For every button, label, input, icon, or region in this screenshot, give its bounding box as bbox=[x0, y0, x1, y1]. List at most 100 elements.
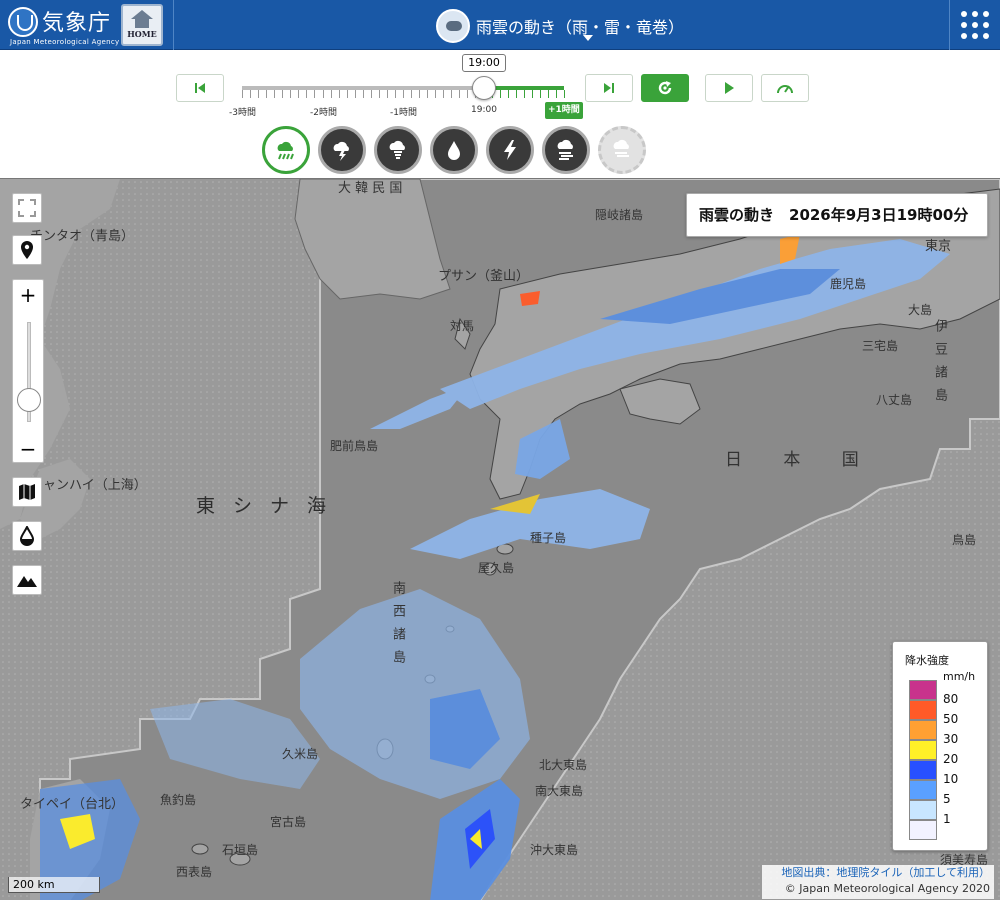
header-divider bbox=[173, 0, 174, 50]
time-slider-thumb[interactable] bbox=[471, 76, 496, 100]
rain-cloud-product-icon bbox=[436, 9, 470, 43]
chevron-down-icon[interactable] bbox=[583, 35, 593, 41]
slider-tick bbox=[354, 90, 356, 98]
label-busan: プサン（釜山） bbox=[438, 269, 530, 284]
map-layer-button[interactable] bbox=[12, 477, 42, 507]
lightning-icon bbox=[504, 140, 516, 160]
slider-tick bbox=[258, 90, 260, 98]
zoom-out-button[interactable]: − bbox=[13, 434, 43, 464]
skip-to-start-button[interactable] bbox=[176, 74, 224, 102]
legend-swatch bbox=[909, 720, 937, 740]
play-button[interactable] bbox=[705, 74, 753, 102]
map-pin-icon bbox=[21, 241, 33, 259]
slider-tick bbox=[266, 90, 268, 98]
slider-tick bbox=[322, 90, 324, 98]
house-icon bbox=[131, 10, 153, 28]
home-button[interactable]: HOME bbox=[121, 4, 163, 46]
slider-tick bbox=[539, 90, 541, 98]
slider-tick bbox=[394, 90, 396, 98]
fullscreen-button[interactable] bbox=[12, 193, 42, 223]
label-iriomote: 西表島 bbox=[176, 865, 213, 879]
home-label: HOME bbox=[127, 29, 157, 39]
mode-lightning-button[interactable] bbox=[486, 126, 534, 174]
label-oki: 隠岐諸島 bbox=[595, 208, 644, 222]
label-miyako: 宮古島 bbox=[270, 815, 307, 829]
attribution-source-link[interactable]: 地図出典：地理院タイル（加工して利用） bbox=[766, 865, 990, 881]
slider-tick bbox=[467, 90, 469, 98]
slider-tick bbox=[274, 90, 276, 98]
slider-tick bbox=[250, 90, 252, 98]
label-uotsuri: 魚釣島 bbox=[160, 793, 197, 807]
zoom-in-button[interactable]: + bbox=[13, 280, 43, 310]
slider-tick bbox=[411, 90, 413, 98]
legend-value: 10 bbox=[943, 772, 959, 786]
tick-label-minus1h: -1時間 bbox=[390, 108, 417, 118]
label-japan: 日 本 国 bbox=[725, 450, 877, 470]
legend-swatch bbox=[909, 780, 937, 800]
current-time-bubble: 19:00 bbox=[462, 54, 506, 72]
mode-thunder-button[interactable] bbox=[318, 126, 366, 174]
page-title: 雨雲の動き（雨・雷・竜巻） bbox=[476, 18, 685, 37]
terrain-button[interactable] bbox=[12, 565, 42, 595]
opacity-drop-icon bbox=[19, 524, 35, 546]
my-location-button[interactable] bbox=[12, 235, 42, 265]
opacity-button[interactable] bbox=[12, 521, 42, 551]
slider-tick bbox=[515, 90, 517, 98]
map-icon bbox=[19, 484, 35, 500]
jma-emblem-icon bbox=[8, 7, 38, 37]
mode-wind-rain-button[interactable] bbox=[542, 126, 590, 174]
legend-swatch bbox=[909, 680, 937, 700]
slider-tick bbox=[386, 90, 388, 98]
time-slider-ticks bbox=[242, 90, 565, 100]
slider-tick bbox=[403, 90, 404, 98]
play-icon bbox=[725, 82, 734, 94]
legend-value: 50 bbox=[943, 712, 959, 726]
mode-rain-cloud-button[interactable] bbox=[262, 126, 310, 174]
legend-title: 降水強度 bbox=[905, 654, 949, 667]
slider-tick bbox=[306, 90, 308, 98]
skip-end-icon bbox=[604, 83, 614, 93]
slider-tick bbox=[362, 90, 364, 98]
slider-tick bbox=[370, 90, 372, 98]
slider-tick bbox=[427, 90, 429, 98]
tick-label-now: 19:00 bbox=[471, 105, 497, 115]
slider-tick bbox=[346, 90, 348, 98]
slider-tick bbox=[507, 90, 509, 98]
precipitation-legend: 降水強度 mm/h 80 50 30 20 10 5 1 bbox=[892, 641, 988, 851]
jma-logo[interactable]: 気象庁 Japan Meteorological Agency bbox=[8, 5, 119, 46]
speed-button[interactable] bbox=[761, 74, 809, 102]
mode-rain-amount-button[interactable] bbox=[430, 126, 478, 174]
slider-tick bbox=[555, 90, 557, 98]
mode-tornado-button[interactable] bbox=[374, 126, 422, 174]
legend-swatch bbox=[909, 820, 937, 840]
slider-tick bbox=[378, 90, 380, 98]
slider-tick bbox=[419, 90, 421, 98]
tornado-icon bbox=[389, 140, 405, 159]
wind-rain-icon bbox=[557, 139, 573, 160]
speedometer-icon bbox=[777, 85, 793, 94]
zoom-control: + − bbox=[12, 279, 44, 463]
label-minamidaito: 南大東島 bbox=[535, 784, 584, 798]
label-tanegashima: 種子島 bbox=[530, 531, 567, 545]
slider-tick bbox=[282, 90, 284, 98]
radar-map[interactable]: 大 韓 民 国 チンタオ（青島） プサン（釜山） シャンハイ（上海） 東シナ海 … bbox=[0, 178, 1000, 900]
label-shanghai: シャンハイ（上海） bbox=[30, 478, 147, 493]
slider-tick bbox=[338, 90, 340, 98]
mountain-icon bbox=[17, 576, 37, 587]
menu-grid-button[interactable] bbox=[950, 0, 1000, 50]
slider-tick bbox=[435, 90, 437, 98]
label-miyake: 三宅島 bbox=[862, 339, 899, 353]
fullscreen-icon bbox=[18, 199, 36, 217]
skip-to-latest-button[interactable] bbox=[585, 74, 633, 102]
zoom-slider-knob[interactable] bbox=[17, 388, 41, 412]
product-selector[interactable]: 雨雲の動き（雨・雷・竜巻） bbox=[436, 8, 684, 44]
label-east-china-sea: 東シナ海 bbox=[196, 495, 345, 517]
label-yakushima: 屋久島 bbox=[478, 561, 515, 575]
label-kitadaito: 北大東島 bbox=[539, 758, 588, 772]
legend-value: 1 bbox=[943, 812, 951, 826]
slider-tick bbox=[459, 90, 461, 98]
scale-bar: 200 km bbox=[8, 877, 100, 893]
label-kume: 久米島 bbox=[282, 747, 319, 761]
refresh-button[interactable] bbox=[641, 74, 689, 102]
legend-swatch bbox=[909, 800, 937, 820]
